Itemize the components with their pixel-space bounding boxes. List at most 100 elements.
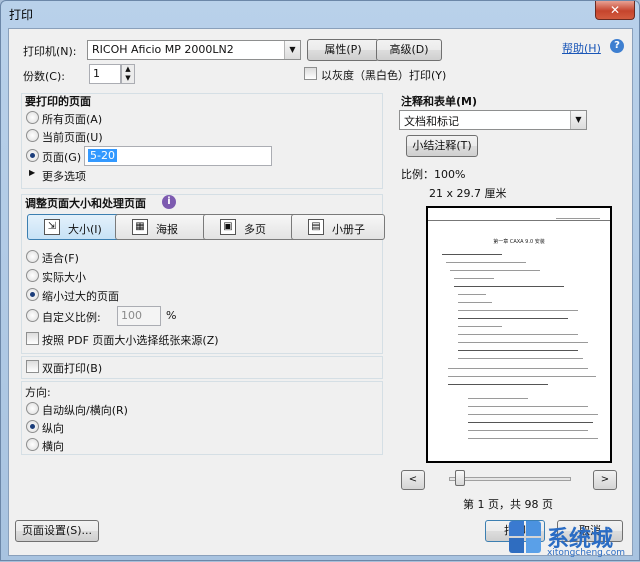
- windows-logo-icon: [509, 521, 543, 555]
- radio-page-range[interactable]: [26, 149, 39, 162]
- advanced-button[interactable]: 高级(D): [376, 39, 442, 61]
- preview-text-line: [448, 368, 588, 369]
- preview-text-line: [458, 334, 578, 335]
- summarize-comments-button[interactable]: 小结注释(T): [406, 135, 478, 157]
- radio-portrait[interactable]: [26, 420, 39, 433]
- paper-source-checkbox[interactable]: [26, 332, 39, 345]
- preview-text-line: [458, 310, 578, 311]
- preview-scale: 比例：100%: [401, 168, 466, 181]
- preview-text-line: [458, 358, 583, 359]
- window-title: 打印: [9, 8, 34, 22]
- copies-input[interactable]: 1: [89, 64, 121, 84]
- radio-all-pages[interactable]: [26, 111, 39, 124]
- fit-label: 适合(F): [42, 252, 79, 265]
- percent-sign: %: [166, 309, 177, 322]
- title-bar[interactable]: 打印 ✕: [1, 1, 639, 27]
- current-page-label: 当前页面(U): [42, 131, 103, 144]
- radio-custom-scale[interactable]: [26, 309, 39, 322]
- properties-button[interactable]: 属性(P): [307, 39, 379, 61]
- comments-title: 注释和表单(M): [401, 95, 478, 108]
- preview-text-line: [448, 376, 596, 377]
- poster-mode-button[interactable]: ▦ 海报: [115, 214, 209, 240]
- watermark-url: xitongcheng.com: [547, 548, 625, 558]
- preview-text-line: [458, 350, 578, 351]
- page-setup-button[interactable]: 页面设置(S)...: [15, 520, 99, 542]
- comments-select[interactable]: 文档和标记 ▼: [399, 110, 587, 130]
- help-link[interactable]: 帮助(H): [562, 40, 601, 56]
- booklet-mode-button[interactable]: ▤ 小册子: [291, 214, 385, 240]
- booklet-mode-label: 小册子: [332, 223, 365, 236]
- preview-page-heading: 第一章 CAXA 9.0 安装: [493, 239, 545, 245]
- preview-text-line: [468, 414, 598, 415]
- preview-text-line: [458, 342, 588, 343]
- grayscale-label: 以灰度（黑白色）打印(Y): [321, 69, 447, 82]
- preview-page: 第一章 CAXA 9.0 安装: [426, 206, 612, 463]
- previous-page-button[interactable]: <: [401, 470, 425, 490]
- page-header-line: [428, 220, 610, 221]
- chevron-down-icon[interactable]: ▼: [284, 41, 300, 59]
- preview-text-line: [458, 326, 502, 327]
- size-mode-button[interactable]: ⇲ 大小(I): [27, 214, 121, 240]
- preview-text-line: [458, 302, 492, 303]
- resize-icon: ⇲: [44, 219, 60, 235]
- copies-stepper[interactable]: ▲ ▼: [121, 64, 135, 84]
- poster-mode-label: 海报: [156, 223, 178, 236]
- printer-select[interactable]: RICOH Aficio MP 2000LN2 ▼: [87, 40, 301, 60]
- radio-actual-size[interactable]: [26, 269, 39, 282]
- shrink-oversized-label: 缩小过大的页面: [42, 290, 119, 303]
- sizing-section-title: 调整页面大小和处理页面: [25, 197, 146, 210]
- preview-text-line: [442, 254, 502, 255]
- print-dialog: 打印 ✕ 打印机(N): RICOH Aficio MP 2000LN2 ▼ 属…: [0, 0, 640, 561]
- preview-text-line: [446, 262, 526, 263]
- landscape-label: 横向: [42, 440, 64, 453]
- preview-paper-size: 21 x 29.7 厘米: [429, 187, 507, 200]
- paper-source-label: 按照 PDF 页面大小选择纸张来源(Z): [42, 334, 219, 347]
- preview-text-line: [454, 278, 494, 279]
- chevron-down-icon[interactable]: ▼: [570, 111, 586, 129]
- more-options-link[interactable]: 更多选项: [42, 168, 86, 184]
- preview-text-line: [450, 270, 540, 271]
- preview-text-line: [458, 294, 486, 295]
- preview-text-line: [458, 318, 568, 319]
- grayscale-checkbox[interactable]: [304, 67, 317, 80]
- duplex-checkbox[interactable]: [26, 360, 39, 373]
- multiple-mode-button[interactable]: ▣ 多页: [203, 214, 297, 240]
- expand-triangle-icon[interactable]: ▶: [29, 168, 35, 177]
- help-icon[interactable]: ?: [610, 39, 624, 53]
- page-header-rule: [556, 218, 600, 219]
- poster-icon: ▦: [132, 219, 148, 235]
- next-page-button[interactable]: >: [593, 470, 617, 490]
- multiple-pages-icon: ▣: [220, 219, 236, 235]
- radio-current-page[interactable]: [26, 129, 39, 142]
- multiple-mode-label: 多页: [244, 223, 266, 236]
- page-range-value: 5-20: [88, 149, 117, 162]
- preview-text-line: [468, 438, 598, 439]
- orientation-title: 方向:: [25, 386, 51, 399]
- radio-fit[interactable]: [26, 250, 39, 263]
- page-slider-track[interactable]: [449, 477, 571, 481]
- radio-shrink-oversized[interactable]: [26, 288, 39, 301]
- page-slider-thumb[interactable]: [454, 470, 465, 486]
- page-range-input[interactable]: 5-20: [84, 146, 272, 166]
- printer-select-value: RICOH Aficio MP 2000LN2: [92, 43, 234, 56]
- custom-scale-input[interactable]: 100: [117, 306, 161, 326]
- preview-text-line: [468, 406, 588, 407]
- printer-label: 打印机(N):: [23, 45, 77, 58]
- watermark: 系统城 xitongcheng.com: [501, 509, 640, 562]
- radio-auto-orientation[interactable]: [26, 402, 39, 415]
- orientation-section: [21, 381, 383, 455]
- actual-size-label: 实际大小: [42, 271, 86, 284]
- auto-orientation-label: 自动纵向/横向(R): [42, 404, 128, 417]
- size-mode-label: 大小(I): [68, 223, 102, 236]
- close-button[interactable]: ✕: [595, 1, 635, 20]
- radio-landscape[interactable]: [26, 438, 39, 451]
- all-pages-label: 所有页面(A): [42, 113, 103, 126]
- booklet-icon: ▤: [308, 219, 324, 235]
- info-icon[interactable]: i: [162, 195, 176, 209]
- preview-text-line: [468, 398, 528, 399]
- comments-select-value: 文档和标记: [404, 115, 459, 128]
- custom-scale-label: 自定义比例:: [42, 311, 101, 324]
- page-range-label: 页面(G): [42, 151, 82, 164]
- preview-text-line: [468, 422, 593, 423]
- duplex-label: 双面打印(B): [42, 362, 103, 375]
